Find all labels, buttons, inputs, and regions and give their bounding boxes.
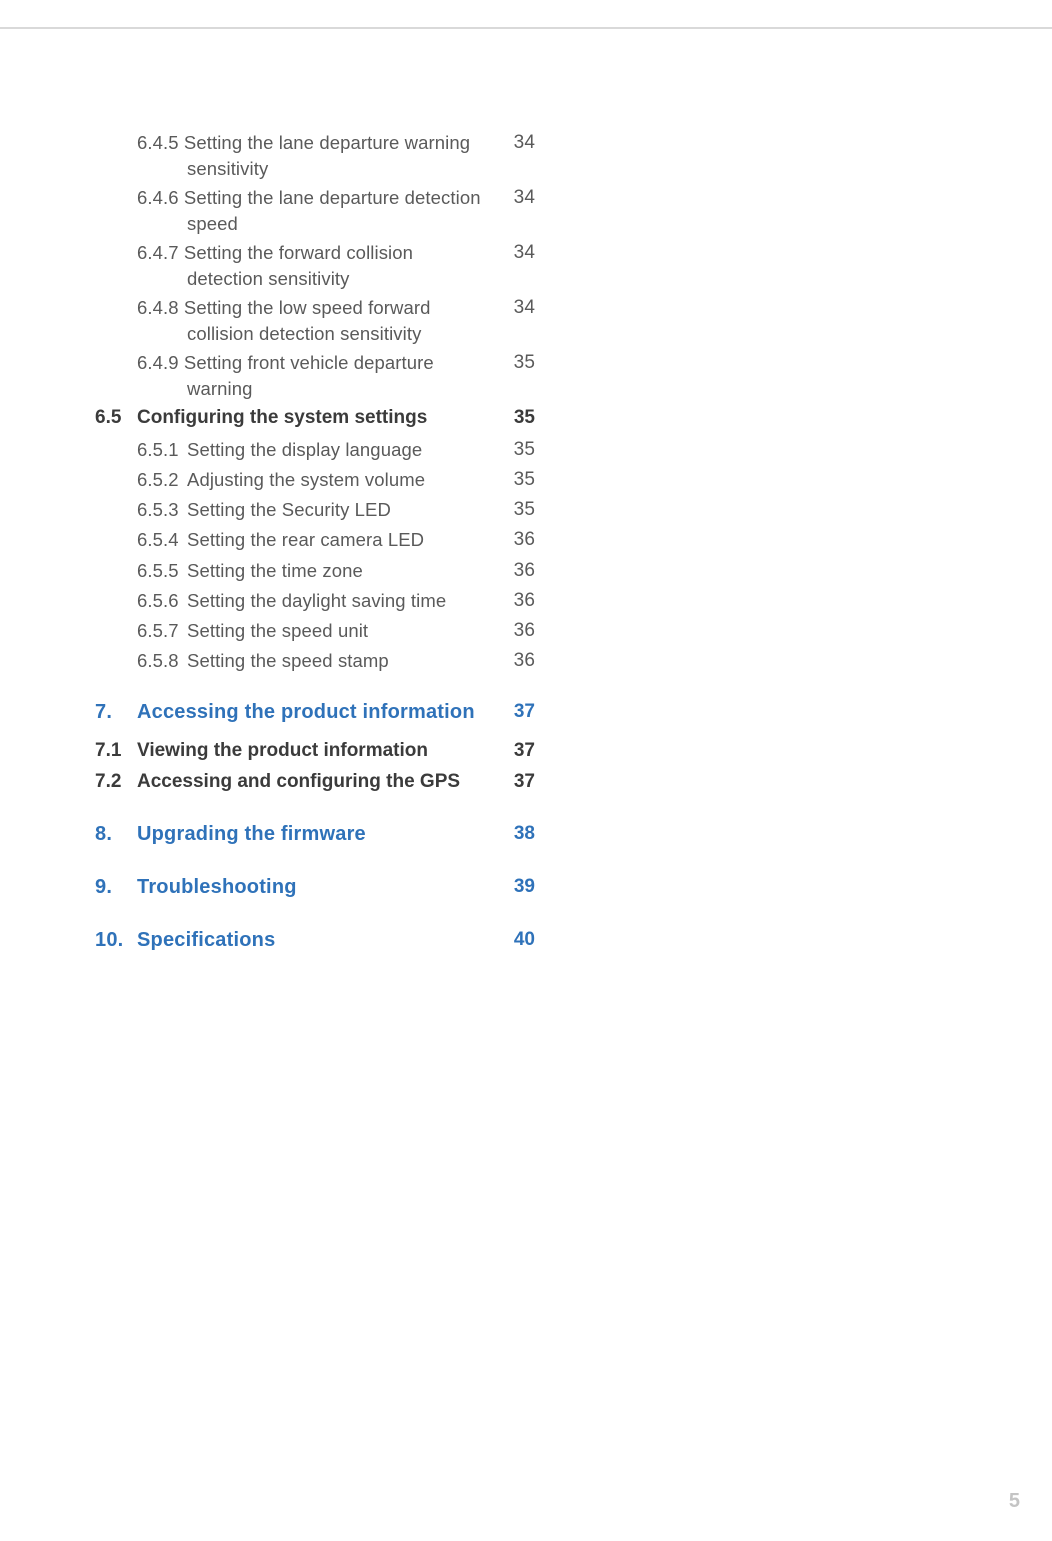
toc-sub-title: Adjusting the system volume <box>187 467 499 493</box>
toc-sub-title: Setting the forward collision detection … <box>184 242 413 289</box>
toc-page-num: 36 <box>499 648 535 674</box>
toc-section-num: 6.5 <box>95 405 137 431</box>
toc-sub-num: 6.4.8 <box>137 297 179 318</box>
toc-page-num: 34 <box>499 240 535 266</box>
toc-section-7-1: 7.1 Viewing the product information 37 <box>95 738 535 764</box>
toc-sub-title: Setting the rear camera LED <box>187 527 499 553</box>
header-rule <box>0 27 1052 29</box>
toc-sub-title: Setting the Security LED <box>187 497 499 523</box>
toc-section-num: 7.1 <box>95 738 137 764</box>
toc-chapter-num: 8. <box>95 821 137 848</box>
toc-sub-title: Setting the low speed forward collision … <box>184 297 431 344</box>
spacer <box>95 907 535 927</box>
toc-page-num: 35 <box>499 467 535 493</box>
toc-page-num: 37 <box>499 738 535 764</box>
spacer <box>95 679 535 699</box>
toc-sub-num: 6.5.1 <box>137 437 187 463</box>
toc-page-num: 34 <box>499 130 535 156</box>
toc-sub-item: 6.4.9 Setting front vehicle departure wa… <box>95 350 535 401</box>
toc-chapter-num: 7. <box>95 699 137 726</box>
toc-page-num: 36 <box>499 527 535 553</box>
toc-sub-item: 6.4.5 Setting the lane departure warning… <box>95 130 535 181</box>
toc-chapter-title: Accessing the product information <box>137 699 499 726</box>
toc-sub-item: 6.5.8 Setting the speed stamp 36 <box>95 648 535 674</box>
toc-sub-item: 6.5.4 Setting the rear camera LED 36 <box>95 527 535 553</box>
toc-chapter-9: 9. Troubleshooting 39 <box>95 874 535 901</box>
toc-sub-item: 6.5.7 Setting the speed unit 36 <box>95 618 535 644</box>
toc-sub-num: 6.5.6 <box>137 588 187 614</box>
toc-chapter-7: 7. Accessing the product information 37 <box>95 699 535 726</box>
toc-section-6-5: 6.5 Configuring the system settings 35 <box>95 405 535 431</box>
toc-sub-num: 6.5.2 <box>137 467 187 493</box>
toc-page-num: 39 <box>499 874 535 900</box>
toc-chapter-8: 8. Upgrading the firmware 38 <box>95 821 535 848</box>
toc-sub-item: 6.4.7 Setting the forward collision dete… <box>95 240 535 291</box>
toc-page-num: 37 <box>499 769 535 795</box>
toc-sub-title: Setting front vehicle departure warning <box>184 352 434 399</box>
toc-sub-num: 6.4.7 <box>137 242 179 263</box>
toc-sub-num: 6.5.3 <box>137 497 187 523</box>
toc-chapter-10: 10. Specifications 40 <box>95 927 535 954</box>
toc-chapter-title: Troubleshooting <box>137 874 499 901</box>
toc-sub-num: 6.4.6 <box>137 187 179 208</box>
toc-sub-title: Setting the display language <box>187 437 499 463</box>
toc-sub-title: Setting the lane departure warning sensi… <box>184 132 470 179</box>
toc-sub-num: 6.5.8 <box>137 648 187 674</box>
spacer <box>95 801 535 821</box>
toc-sub-item: 6.5.1 Setting the display language 35 <box>95 437 535 463</box>
toc-sub-item: 6.4.8 Setting the low speed forward coll… <box>95 295 535 346</box>
toc-sub-item: 6.5.3 Setting the Security LED 35 <box>95 497 535 523</box>
toc-sub-title: Setting the time zone <box>187 558 499 584</box>
toc-sub-title: Setting the daylight saving time <box>187 588 499 614</box>
toc-sub-num: 6.4.9 <box>137 352 179 373</box>
toc-page-num: 37 <box>499 699 535 725</box>
toc-page-num: 40 <box>499 927 535 953</box>
toc-sub-num: 6.5.4 <box>137 527 187 553</box>
toc-sub-title: Setting the speed unit <box>187 618 499 644</box>
toc-sub-num: 6.5.7 <box>137 618 187 644</box>
toc-section-title: Viewing the product information <box>137 738 499 764</box>
toc-sub-item: 6.5.2 Adjusting the system volume 35 <box>95 467 535 493</box>
toc-page-num: 38 <box>499 821 535 847</box>
document-page: 6.4.5 Setting the lane departure warning… <box>0 0 1052 1541</box>
toc-page-num: 34 <box>499 295 535 321</box>
toc-section-7-2: 7.2 Accessing and configuring the GPS 37 <box>95 769 535 795</box>
spacer <box>95 854 535 874</box>
toc-sub-num: 6.5.5 <box>137 558 187 584</box>
page-number: 5 <box>1009 1490 1020 1513</box>
toc-sub-title: Setting the lane departure detection spe… <box>184 187 481 234</box>
toc-chapter-title: Specifications <box>137 927 499 954</box>
toc-page-num: 36 <box>499 588 535 614</box>
toc-section-num: 7.2 <box>95 769 137 795</box>
toc-group-6-5: 6.5.1 Setting the display language 35 6.… <box>95 437 535 675</box>
toc-page-num: 35 <box>499 350 535 376</box>
toc-page-num: 36 <box>499 618 535 644</box>
toc-page-num: 34 <box>499 185 535 211</box>
toc-group-6-4: 6.4.5 Setting the lane departure warning… <box>95 130 535 401</box>
toc-page-num: 35 <box>499 405 535 431</box>
toc-section-title: Accessing and configuring the GPS <box>137 769 499 795</box>
toc-chapter-num: 10. <box>95 927 137 954</box>
toc-chapter-num: 9. <box>95 874 137 901</box>
table-of-contents: 6.4.5 Setting the lane departure warning… <box>95 130 535 954</box>
toc-page-num: 35 <box>499 437 535 463</box>
toc-section-title: Configuring the system settings <box>137 405 499 431</box>
toc-sub-title: Setting the speed stamp <box>187 648 499 674</box>
toc-page-num: 35 <box>499 497 535 523</box>
toc-sub-num: 6.4.5 <box>137 132 179 153</box>
toc-sub-item: 6.5.6 Setting the daylight saving time 3… <box>95 588 535 614</box>
toc-chapter-title: Upgrading the firmware <box>137 821 499 848</box>
toc-page-num: 36 <box>499 558 535 584</box>
toc-sub-item: 6.4.6 Setting the lane departure detecti… <box>95 185 535 236</box>
toc-sub-item: 6.5.5 Setting the time zone 36 <box>95 558 535 584</box>
